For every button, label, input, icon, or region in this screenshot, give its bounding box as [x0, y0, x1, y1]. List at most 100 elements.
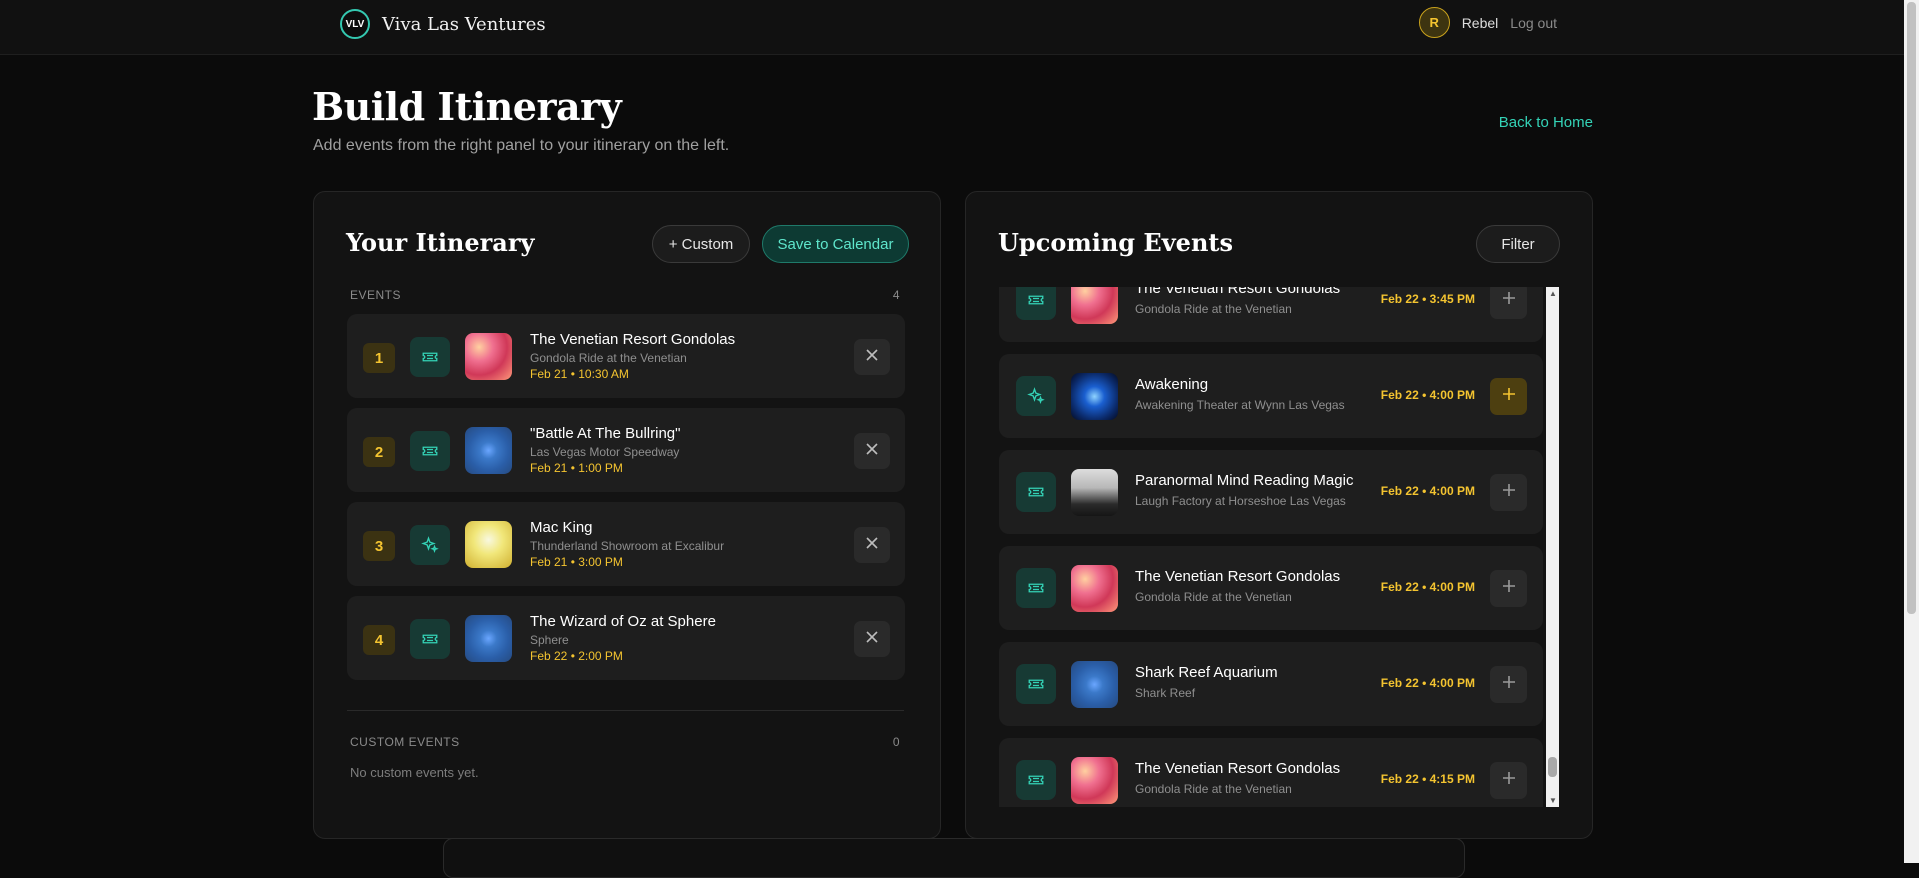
event-thumbnail [1071, 757, 1118, 804]
event-title: The Venetian Resort Gondolas [1135, 760, 1341, 777]
username: Rebel [1461, 14, 1499, 31]
event-thumbnail [465, 333, 512, 380]
add-event-button[interactable] [1490, 762, 1527, 799]
scroll-thumb[interactable] [1548, 757, 1557, 777]
item-text: Mac King Thunderland Showroom at Excalibu… [530, 519, 724, 569]
event-thumbnail [1071, 661, 1118, 708]
events-count: 4 [892, 288, 900, 302]
brand-logo: VLV [340, 9, 370, 39]
upcoming-event-item[interactable]: The Venetian Resort Gondolas Gondola Ride… [999, 546, 1543, 630]
upcoming-event-item[interactable]: Awakening Awakening Theater at Wynn Las V… [999, 354, 1543, 438]
event-text: Shark Reef Aquarium Shark Reef [1135, 664, 1278, 702]
event-venue: Gondola Ride at the Venetian [1135, 590, 1292, 604]
scroll-up-icon[interactable]: ▲ [1549, 289, 1557, 298]
item-number: 3 [363, 531, 395, 561]
itinerary-item[interactable]: 1 The Venetian Resort Gondolas Gondola Rid… [347, 314, 905, 398]
remove-item-button[interactable] [854, 527, 890, 563]
itinerary-item[interactable]: 2 "Battle At The Bullring" Las Vegas Motor… [347, 408, 905, 492]
page-subtitle: Add events from the right panel to your … [313, 137, 730, 154]
add-custom-button[interactable]: + Custom [652, 225, 750, 263]
event-date: Feb 22 • 3:45 PM [1380, 292, 1475, 306]
event-text: The Venetian Resort Gondolas Gondola Ride… [1135, 287, 1340, 318]
add-event-button[interactable] [1490, 474, 1527, 511]
upcoming-event-item[interactable]: Paranormal Mind Reading Magic Laugh Facto… [999, 450, 1543, 534]
avatar[interactable]: R [1418, 7, 1450, 38]
upcoming-event-item[interactable]: Shark Reef Aquarium Shark Reef Feb 22 • 4:… [999, 642, 1543, 726]
upcoming-event-item[interactable]: The Venetian Resort Gondolas Gondola Ride… [999, 738, 1543, 807]
sparkle-icon [1016, 376, 1056, 416]
close-icon [865, 348, 879, 367]
top-nav: VLV Viva Las Ventures R Rebel Log out [0, 0, 1904, 55]
close-icon [865, 630, 879, 649]
remove-item-button[interactable] [854, 339, 890, 375]
item-text: "Battle At The Bullring" Las Vegas Motor … [530, 425, 680, 475]
event-thumbnail [465, 521, 512, 568]
upcoming-title: Upcoming Events [998, 228, 1233, 257]
save-to-calendar-button[interactable]: Save to Calendar [762, 225, 909, 263]
close-icon [865, 536, 879, 555]
event-date: Feb 22 • 4:00 PM [1380, 676, 1475, 690]
item-number: 4 [363, 625, 395, 655]
event-venue: Awakening Theater at Wynn Las Vegas [1135, 398, 1345, 412]
item-venue: Thunderland Showroom at Excalibur [530, 539, 725, 553]
itinerary-item[interactable]: 4 The Wizard of Oz at Sphere Sphere Feb 22 … [347, 596, 905, 680]
plus-icon [1502, 483, 1516, 502]
remove-item-button[interactable] [854, 621, 890, 657]
bottom-bar [443, 838, 1465, 878]
item-date: Feb 21 • 3:00 PM [530, 555, 623, 569]
item-venue: Las Vegas Motor Speedway [530, 445, 680, 459]
item-text: The Wizard of Oz at Sphere Sphere Feb 22 •… [530, 613, 716, 663]
event-venue: Gondola Ride at the Venetian [1135, 302, 1292, 316]
page-scrollbar[interactable] [1904, 0, 1919, 863]
event-venue: Gondola Ride at the Venetian [1135, 782, 1292, 796]
custom-empty-text: No custom events yet. [350, 765, 479, 780]
itinerary-panel: Your Itinerary + Custom Save to Calendar… [313, 191, 941, 839]
item-title: Mac King [530, 519, 593, 536]
plus-icon [1502, 387, 1516, 406]
back-to-home-link[interactable]: Back to Home [1499, 114, 1593, 131]
custom-section-header: CUSTOM EVENTS 0 [350, 735, 900, 749]
ticket-icon [1016, 472, 1056, 512]
event-date: Feb 22 • 4:15 PM [1380, 772, 1475, 786]
page-scroll-thumb[interactable] [1907, 2, 1916, 614]
plus-icon [1502, 291, 1516, 310]
custom-events-count: 0 [892, 735, 900, 749]
event-title: The Venetian Resort Gondolas [1135, 287, 1341, 297]
add-event-button[interactable] [1490, 666, 1527, 703]
upcoming-panel: Upcoming Events Filter The Venetian Reso… [965, 191, 1593, 839]
plus-icon [1502, 675, 1516, 694]
custom-events-label: CUSTOM EVENTS [350, 735, 460, 749]
item-venue: Gondola Ride at the Venetian [530, 351, 687, 365]
item-date: Feb 21 • 10:30 AM [530, 367, 629, 381]
close-icon [865, 442, 879, 461]
plus-icon [1502, 771, 1516, 790]
user-menu: R Rebel Log out [1418, 7, 1557, 38]
logout-link[interactable]: Log out [1510, 15, 1557, 31]
add-event-button[interactable] [1490, 287, 1527, 319]
list-scrollbar[interactable]: ▲ ▼ [1546, 287, 1559, 807]
upcoming-event-item[interactable]: The Venetian Resort Gondolas Gondola Ride… [999, 287, 1543, 342]
add-event-button[interactable] [1490, 570, 1527, 607]
brand-name: Viva Las Ventures [382, 13, 546, 35]
ticket-icon [410, 337, 450, 377]
filter-button[interactable]: Filter [1476, 225, 1560, 263]
upcoming-list[interactable]: The Venetian Resort Gondolas Gondola Ride… [999, 287, 1559, 807]
event-title: The Venetian Resort Gondolas [1135, 568, 1341, 585]
item-date: Feb 22 • 2:00 PM [530, 649, 623, 663]
page-title: Build Itinerary [312, 84, 622, 129]
event-text: Awakening Awakening Theater at Wynn Las V… [1135, 376, 1345, 414]
brand[interactable]: VLV Viva Las Ventures [340, 9, 546, 39]
add-event-button[interactable] [1490, 378, 1527, 415]
item-title: The Wizard of Oz at Sphere [530, 613, 716, 630]
itinerary-title: Your Itinerary [346, 228, 535, 257]
item-date: Feb 21 • 1:00 PM [530, 461, 623, 475]
item-number: 2 [363, 437, 395, 467]
event-thumbnail [1071, 565, 1118, 612]
event-thumbnail [1071, 469, 1118, 516]
scroll-down-icon[interactable]: ▼ [1549, 796, 1557, 805]
remove-item-button[interactable] [854, 433, 890, 469]
item-venue: Sphere [530, 633, 569, 647]
itinerary-item[interactable]: 3 Mac King Thunderland Showroom at Excalib… [347, 502, 905, 586]
ticket-icon [410, 431, 450, 471]
sparkle-icon [410, 525, 450, 565]
